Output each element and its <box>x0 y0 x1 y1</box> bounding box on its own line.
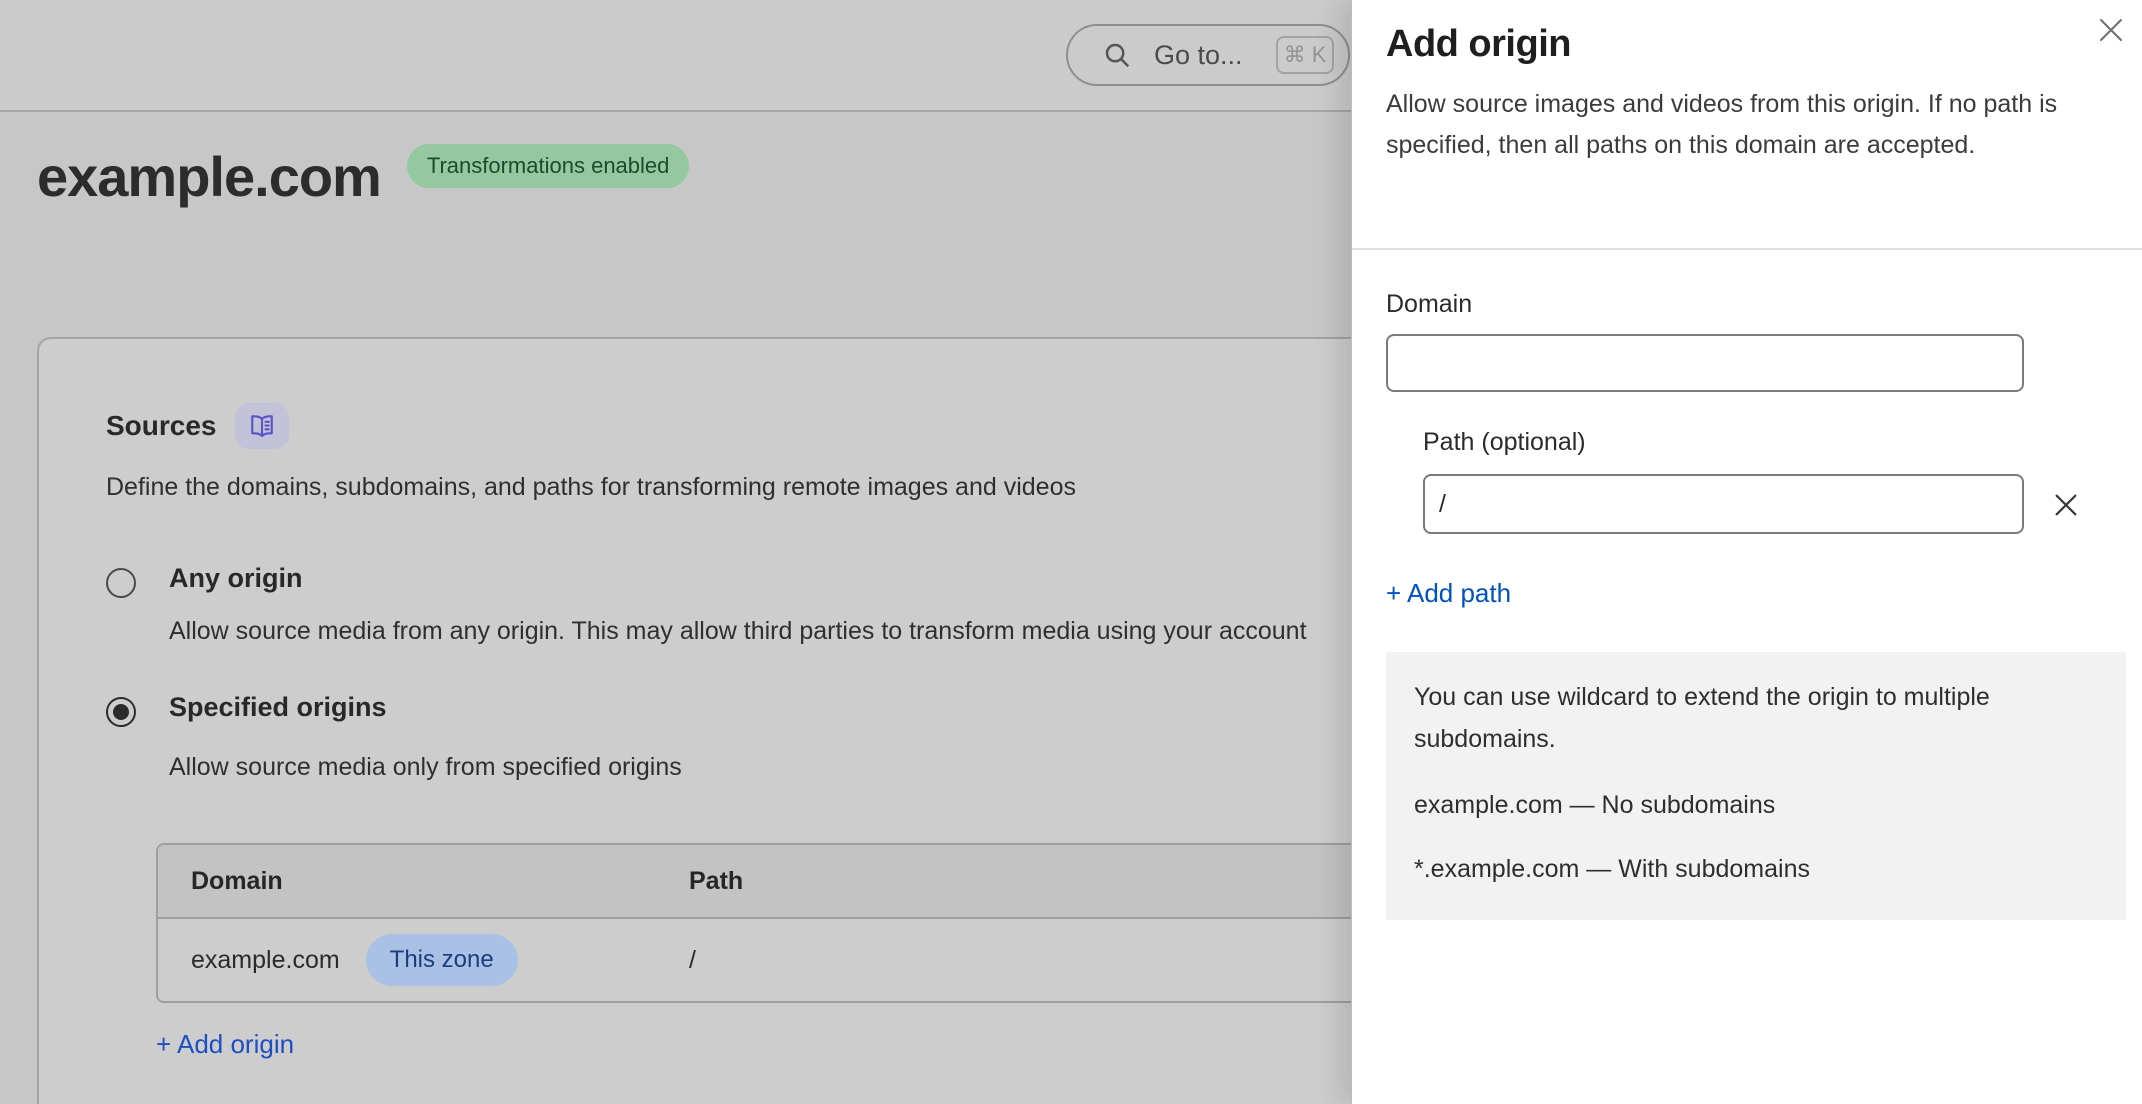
page-title: example.com <box>37 144 381 210</box>
radio-any-origin-label[interactable]: Any origin <box>169 563 303 594</box>
docs-link-chip[interactable] <box>235 403 289 449</box>
page-header: example.com Transformations enabled <box>37 144 689 210</box>
search-input[interactable]: Go to... ⌘ K <box>1066 24 1350 86</box>
column-header-domain: Domain <box>158 867 689 896</box>
drawer-title: Add origin <box>1386 20 1571 68</box>
search-icon <box>1102 40 1132 70</box>
path-field[interactable] <box>1423 474 2024 534</box>
add-origin-link[interactable]: + Add origin <box>156 1029 294 1060</box>
open-book-icon <box>247 411 277 441</box>
origin-domain-value: example.com <box>191 946 340 975</box>
sources-description: Define the domains, subdomains, and path… <box>106 473 1076 502</box>
search-placeholder: Go to... <box>1154 40 1243 71</box>
drawer-description: Allow source images and videos from this… <box>1386 84 2058 166</box>
hint-wildcard-text: You can use wildcard to extend the origi… <box>1414 676 2078 760</box>
remove-path-icon[interactable] <box>2052 491 2080 519</box>
status-badge: Transformations enabled <box>407 144 690 188</box>
sources-heading: Sources <box>106 410 217 442</box>
add-origin-drawer: Add origin Allow source images and video… <box>1351 0 2142 1104</box>
add-path-link[interactable]: + Add path <box>1386 578 1511 609</box>
radio-any-origin-description: Allow source media from any origin. This… <box>169 617 1307 646</box>
drawer-divider <box>1352 248 2142 250</box>
radio-specified-origins-description: Allow source media only from specified o… <box>169 753 682 782</box>
radio-specified-origins[interactable] <box>106 697 136 727</box>
radio-any-origin[interactable] <box>106 568 136 598</box>
radio-specified-origins-label[interactable]: Specified origins <box>169 692 387 723</box>
wildcard-hint-box: You can use wildcard to extend the origi… <box>1386 652 2126 920</box>
path-field-label: Path (optional) <box>1423 428 1586 457</box>
close-icon[interactable] <box>2096 15 2126 45</box>
hint-no-subdomains: example.com — No subdomains <box>1414 784 2098 826</box>
domain-field-label: Domain <box>1386 290 1472 319</box>
hint-with-subdomains: *.example.com — With subdomains <box>1414 848 2098 890</box>
app-screen: Go to... ⌘ K example.com Transformations… <box>0 0 2142 1104</box>
domain-field[interactable] <box>1386 334 2024 392</box>
this-zone-badge: This zone <box>366 934 518 986</box>
keyboard-shortcut-badge: ⌘ K <box>1276 36 1334 74</box>
